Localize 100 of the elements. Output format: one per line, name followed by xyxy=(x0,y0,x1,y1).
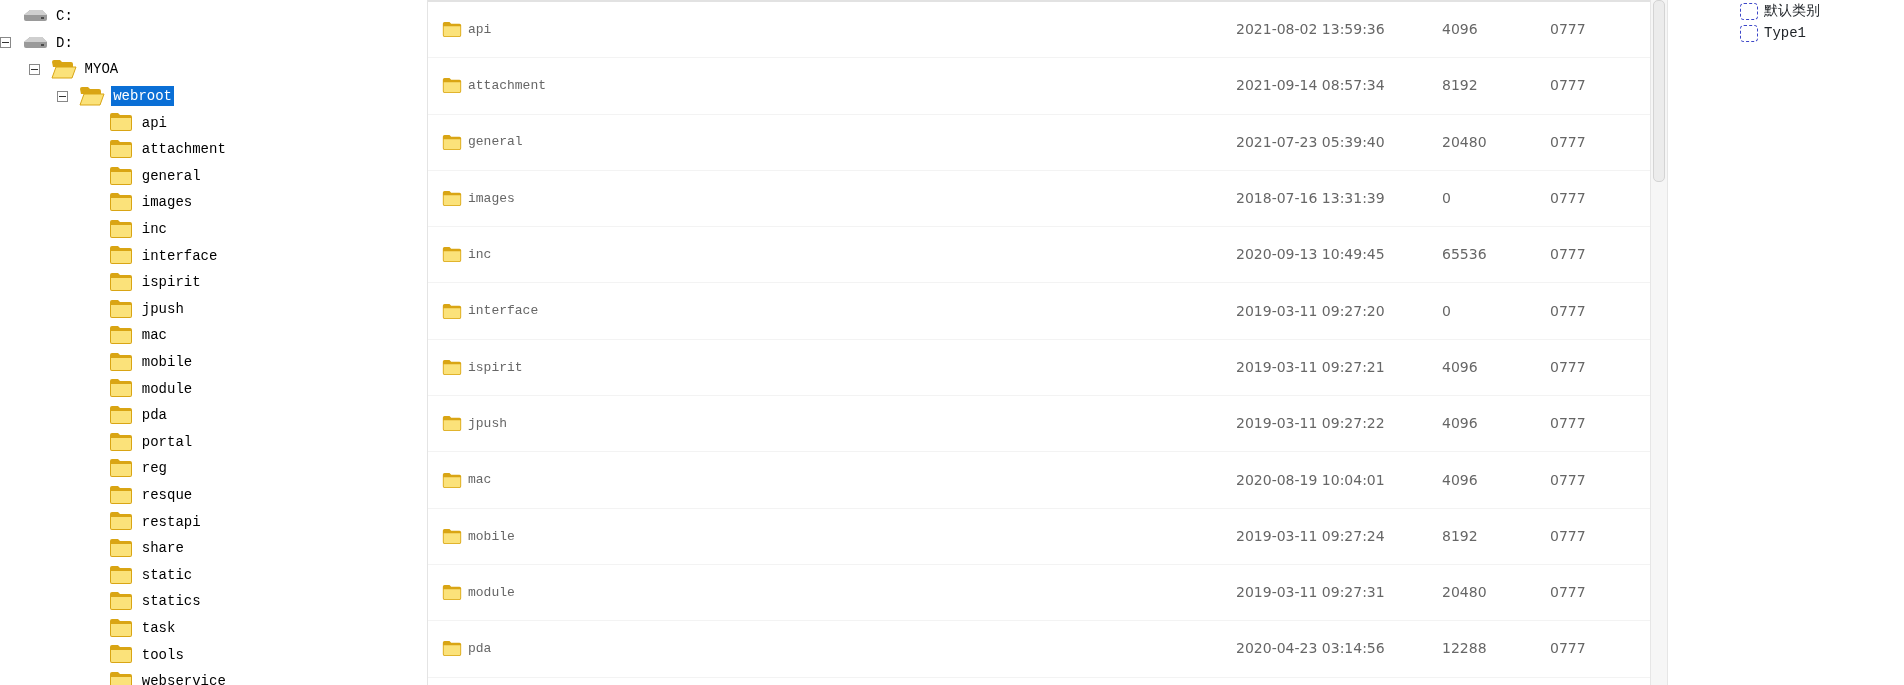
file-permissions: 0777 xyxy=(1550,21,1586,38)
file-permissions: 0777 xyxy=(1550,246,1586,263)
tree-item[interactable]: MYOA xyxy=(82,59,121,80)
folder-icon xyxy=(107,617,134,638)
modified-date: 2019-03-11 09:27:21 xyxy=(1236,358,1385,375)
file-size: 20480 xyxy=(1442,584,1487,601)
modified-date: 2019-03-11 09:27:22 xyxy=(1236,415,1385,432)
tree-item[interactable]: attachment xyxy=(139,139,228,160)
folder-icon xyxy=(107,325,134,346)
tree-item[interactable]: api xyxy=(139,112,169,133)
tree-item[interactable]: general xyxy=(139,165,203,186)
folder-icon xyxy=(107,537,134,558)
tree-item[interactable]: C: xyxy=(54,6,75,27)
collapse-toggle[interactable] xyxy=(28,64,40,75)
tree-item[interactable]: webroot xyxy=(111,86,174,107)
folder-icon xyxy=(107,112,134,133)
folder-icon xyxy=(107,591,134,612)
modified-date: 2020-09-13 10:49:45 xyxy=(1236,246,1385,263)
file-size: 20480 xyxy=(1442,133,1487,150)
tree-item[interactable]: task xyxy=(139,617,178,638)
folder-icon xyxy=(442,133,462,151)
tree-item[interactable]: mobile xyxy=(139,352,195,372)
folder-icon xyxy=(107,644,134,665)
file-permissions: 0777 xyxy=(1550,415,1586,432)
tree-item[interactable]: module xyxy=(139,378,195,399)
folder-icon xyxy=(107,511,134,532)
file-name[interactable]: interface xyxy=(468,301,539,321)
folder-icon xyxy=(442,527,462,545)
file-name[interactable]: attachment xyxy=(468,76,546,96)
tree-item[interactable]: static xyxy=(139,564,195,585)
file-name[interactable]: ispirit xyxy=(468,357,523,378)
checkbox[interactable] xyxy=(1740,2,1758,20)
file-permissions: 0777 xyxy=(1550,527,1586,544)
tree-item[interactable]: webservice xyxy=(139,671,228,685)
file-name[interactable]: images xyxy=(468,188,515,209)
file-name[interactable]: api xyxy=(468,19,492,40)
modified-date: 2019-03-11 09:27:31 xyxy=(1236,584,1385,601)
modified-date: 2019-03-11 09:27:20 xyxy=(1236,302,1385,319)
file-size: 8192 xyxy=(1442,77,1478,94)
drive-icon xyxy=(22,35,48,50)
file-name[interactable]: module xyxy=(468,582,515,603)
tree-item[interactable]: pda xyxy=(139,405,169,426)
file-name[interactable]: jpush xyxy=(468,413,507,434)
file-permissions: 0777 xyxy=(1550,584,1586,601)
tree-item[interactable]: restapi xyxy=(139,511,203,532)
folder-icon xyxy=(442,358,462,376)
folder-icon xyxy=(107,298,134,319)
file-size: 65536 xyxy=(1442,246,1487,263)
scrollbar[interactable] xyxy=(1650,0,1668,685)
tree-item[interactable]: reg xyxy=(139,458,169,479)
file-size: 4096 xyxy=(1442,471,1478,488)
tree-item[interactable]: inc xyxy=(139,219,169,240)
folder-icon xyxy=(107,670,134,685)
file-size: 12288 xyxy=(1442,640,1487,657)
file-name[interactable]: mac xyxy=(468,470,492,490)
tree-item[interactable]: share xyxy=(139,538,186,559)
file-permissions: 0777 xyxy=(1550,640,1586,657)
folder-icon xyxy=(107,351,134,372)
modified-date: 2021-07-23 05:39:40 xyxy=(1236,133,1385,150)
folder-icon xyxy=(442,190,462,208)
folder-icon xyxy=(442,246,462,264)
tree-item[interactable]: ispirit xyxy=(139,272,203,293)
collapse-toggle[interactable] xyxy=(0,37,11,49)
tree-item[interactable]: jpush xyxy=(139,298,186,319)
file-size: 4096 xyxy=(1442,21,1478,38)
file-permissions: 0777 xyxy=(1550,190,1586,207)
drive-icon xyxy=(22,9,48,24)
tree-item[interactable]: interface xyxy=(139,245,220,266)
open-folder-icon xyxy=(79,85,106,106)
file-size: 4096 xyxy=(1442,358,1478,375)
modified-date: 2021-09-14 08:57:34 xyxy=(1236,77,1385,94)
folder-icon xyxy=(442,471,462,489)
file-permissions: 0777 xyxy=(1550,77,1586,94)
tree-item[interactable]: portal xyxy=(139,431,195,452)
tree-item[interactable]: statics xyxy=(139,591,203,612)
checkbox[interactable] xyxy=(1740,24,1758,42)
file-permissions: 0777 xyxy=(1550,133,1586,150)
file-name[interactable]: inc xyxy=(468,245,492,265)
folder-icon xyxy=(107,272,134,293)
collapse-toggle[interactable] xyxy=(57,90,69,102)
file-size: 8192 xyxy=(1442,527,1478,544)
folder-icon xyxy=(107,431,134,452)
file-name[interactable]: pda xyxy=(468,639,492,659)
tree-item[interactable]: tools xyxy=(139,644,186,665)
folder-icon xyxy=(107,192,134,213)
file-permissions: 0777 xyxy=(1550,358,1586,375)
folder-icon xyxy=(107,405,134,425)
file-size: 4096 xyxy=(1442,415,1478,432)
tree-item[interactable]: resque xyxy=(139,485,195,505)
folder-icon xyxy=(442,77,462,95)
tree-item[interactable]: mac xyxy=(139,325,169,346)
tree-item[interactable]: images xyxy=(139,192,195,213)
file-name[interactable]: general xyxy=(468,132,523,152)
file-name[interactable]: mobile xyxy=(468,526,515,547)
modified-date: 2020-08-19 10:04:01 xyxy=(1236,471,1385,488)
folder-icon xyxy=(107,564,134,585)
file-permissions: 0777 xyxy=(1550,302,1586,319)
tree-item[interactable]: D: xyxy=(54,32,75,53)
file-permissions: 0777 xyxy=(1550,471,1586,488)
scrollbar-thumb[interactable] xyxy=(1653,0,1665,182)
